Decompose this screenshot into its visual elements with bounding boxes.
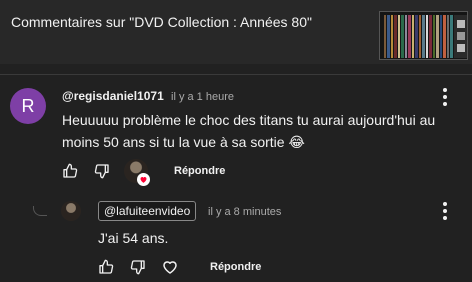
comment-text: Heuuuuu problème le choc des titans tu a… [62, 112, 436, 150]
comments-header: Commentaires sur "DVD Collection : Année… [0, 0, 472, 64]
reply-button[interactable]: Répondre [174, 165, 225, 177]
reply-more-menu-icon[interactable] [439, 200, 451, 222]
header-divider [0, 74, 472, 75]
comment-author[interactable]: @regisdaniel1071 [62, 89, 164, 103]
reply-time[interactable]: il y a 8 minutes [208, 206, 281, 218]
reply-text: J'ai 54 ans. [98, 230, 169, 246]
avatar[interactable]: R [10, 88, 46, 124]
comments-title: Commentaires sur "DVD Collection : Année… [11, 14, 312, 30]
reply-author-chip[interactable]: @lafuiteenvideo [98, 201, 197, 221]
reply-avatar[interactable] [61, 201, 81, 221]
comment-more-menu-icon[interactable] [439, 86, 451, 108]
reply-dislike-icon[interactable] [128, 257, 148, 277]
heart-icon [137, 173, 150, 186]
video-thumbnail[interactable] [379, 11, 468, 60]
reply-heart-outline-icon[interactable] [160, 257, 180, 277]
dislike-icon[interactable] [92, 161, 112, 181]
comment-time[interactable]: il y a 1 heure [171, 91, 234, 103]
like-icon[interactable] [60, 161, 80, 181]
reply-reply-button[interactable]: Répondre [210, 261, 261, 273]
thread-connector [33, 206, 47, 216]
reply-like-icon[interactable] [96, 257, 116, 277]
